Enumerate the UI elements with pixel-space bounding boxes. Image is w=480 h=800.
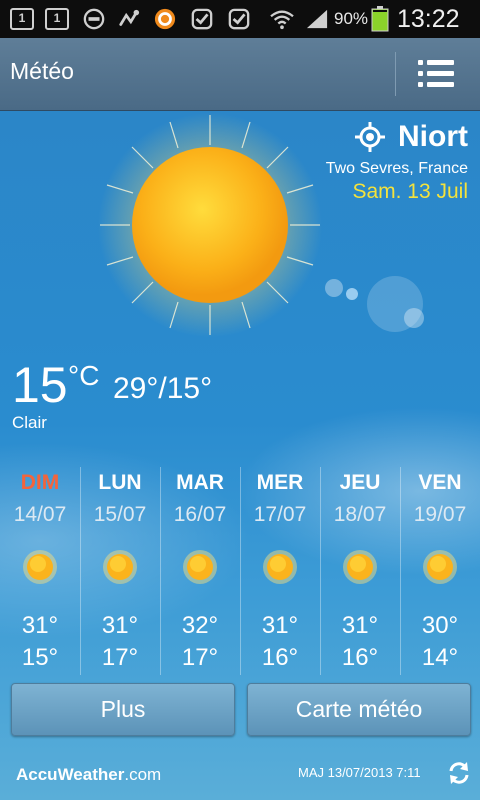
forecast-high: 31° bbox=[341, 612, 379, 639]
logo-main: AccuWeather bbox=[16, 765, 125, 784]
forecast-high: 32° bbox=[181, 612, 219, 639]
signal-icon bbox=[306, 9, 328, 29]
accuweather-logo[interactable]: AccuWeather.com bbox=[16, 765, 161, 785]
forecast-high: 31° bbox=[101, 612, 139, 639]
forecast-day-name: DIM bbox=[20, 471, 60, 494]
logo-domain: .com bbox=[124, 765, 162, 784]
today-low: 15° bbox=[166, 372, 213, 405]
checkbox-icon bbox=[228, 8, 250, 30]
weather-map-button[interactable]: Carte météo bbox=[247, 683, 471, 736]
forecast-day[interactable]: DIM 14/07 31° 15° bbox=[0, 467, 80, 675]
app-title: Météo bbox=[10, 58, 74, 84]
lens-flare bbox=[325, 276, 424, 332]
forecast-low: 15° bbox=[21, 644, 59, 671]
sun-icon bbox=[183, 550, 217, 584]
forecast-day[interactable]: MER 17/07 31° 16° bbox=[240, 467, 320, 675]
more-button[interactable]: Plus bbox=[11, 683, 235, 736]
forecast-day-name: LUN bbox=[98, 471, 142, 494]
wifi-icon bbox=[270, 10, 294, 30]
status-bar: 1 1 90% 13:22 bbox=[0, 0, 480, 38]
sun-icon bbox=[263, 550, 297, 584]
forecast-day-name: JEU bbox=[339, 471, 381, 494]
sim-1-icon: 1 bbox=[45, 8, 69, 30]
sun-icon bbox=[343, 550, 377, 584]
forecast-day[interactable]: MAR 16/07 32° 17° bbox=[160, 467, 240, 675]
forecast-low: 16° bbox=[341, 644, 379, 671]
clock: 13:22 bbox=[397, 5, 460, 33]
temperature-unit: °C bbox=[68, 360, 100, 391]
forecast-date: 14/07 bbox=[13, 503, 67, 526]
forecast-low: 14° bbox=[421, 644, 459, 671]
forecast-high: 31° bbox=[21, 612, 59, 639]
forecast-high: 30° bbox=[421, 612, 459, 639]
today-high-low: 29°/15° bbox=[113, 372, 212, 406]
title-bar: Météo bbox=[0, 38, 480, 111]
sun-icon bbox=[103, 550, 137, 584]
today-high: 29° bbox=[113, 372, 159, 405]
city-name[interactable]: Niort bbox=[326, 120, 468, 154]
list-menu-icon[interactable] bbox=[418, 59, 454, 89]
battery-icon bbox=[371, 6, 389, 32]
checkbox-icon bbox=[191, 8, 213, 30]
sun-illustration bbox=[98, 113, 322, 337]
sun-icon bbox=[23, 550, 57, 584]
forecast-date: 15/07 bbox=[93, 503, 147, 526]
refresh-icon[interactable] bbox=[446, 760, 472, 786]
sun-icon bbox=[423, 550, 457, 584]
forecast-date: 19/07 bbox=[413, 503, 467, 526]
forecast-day[interactable]: LUN 15/07 31° 17° bbox=[80, 467, 160, 675]
title-divider bbox=[395, 52, 396, 96]
avast-icon bbox=[154, 8, 176, 30]
battery-percent: 90% bbox=[334, 9, 369, 28]
forecast-date: 17/07 bbox=[253, 503, 307, 526]
forecast-day-name: MAR bbox=[176, 471, 224, 494]
location-block: Niort Two Sevres, France Sam. 13 Juil bbox=[326, 120, 468, 204]
forecast-day[interactable]: VEN 19/07 30° 14° bbox=[400, 467, 480, 675]
current-temperature: 15 bbox=[12, 357, 68, 413]
forecast-high: 31° bbox=[261, 612, 299, 639]
forecast-low: 16° bbox=[261, 644, 299, 671]
do-not-disturb-icon bbox=[83, 8, 105, 30]
forecast-date: 16/07 bbox=[173, 503, 227, 526]
region-name: Two Sevres, France bbox=[325, 160, 468, 177]
forecast-day[interactable]: JEU 18/07 31° 16° bbox=[320, 467, 400, 675]
sim-1-icon: 1 bbox=[10, 8, 34, 30]
forecast-low: 17° bbox=[181, 644, 219, 671]
current-date: Sam. 13 Juil bbox=[352, 180, 468, 203]
usb-icon bbox=[119, 9, 140, 26]
forecast-day-name: MER bbox=[256, 471, 304, 494]
high-low-separator: / bbox=[158, 372, 167, 405]
forecast-low: 17° bbox=[101, 644, 139, 671]
current-condition: Clair bbox=[12, 413, 47, 432]
forecast-day-name: VEN bbox=[418, 471, 462, 494]
last-updated: MAJ 13/07/2013 7:11 bbox=[298, 765, 421, 780]
forecast-strip: DIM 14/07 31° 15° LUN 15/07 31° 17° MAR 16/07 32° 1… bbox=[0, 467, 480, 675]
forecast-date: 18/07 bbox=[333, 503, 387, 526]
